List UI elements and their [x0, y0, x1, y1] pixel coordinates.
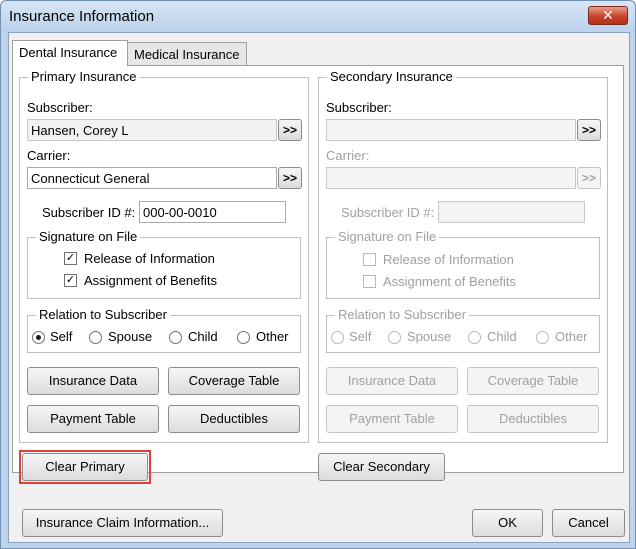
tab-label: Medical Insurance: [134, 47, 240, 62]
dialog-body: Dental Insurance Medical Insurance Prima…: [8, 32, 630, 543]
relation-self-radio: [331, 331, 344, 344]
window-title: Insurance Information: [9, 8, 155, 25]
relation-child-label: Child: [188, 329, 218, 344]
relation-to-subscriber-group: Relation to Subscriber Self Spouse Child…: [326, 307, 600, 353]
tab-medical-insurance[interactable]: Medical Insurance: [127, 42, 247, 66]
insurance-data-button[interactable]: Insurance Data: [27, 367, 159, 395]
group-title: Signature on File: [36, 229, 141, 244]
relation-child-radio: [468, 331, 481, 344]
deductibles-button[interactable]: Deductibles: [168, 405, 300, 433]
relation-spouse-label: Spouse: [407, 329, 452, 344]
relation-child-radio[interactable]: [169, 331, 182, 344]
subscriber-id-label: Subscriber ID #:: [341, 205, 435, 220]
subscriber-label: Subscriber:: [326, 100, 392, 115]
relation-other-radio: [536, 331, 549, 344]
signature-on-file-group: Signature on File ✓ Release of Informati…: [27, 229, 301, 299]
assignment-of-benefits-label: Assignment of Benefits: [383, 274, 516, 289]
carrier-browse-button: >>: [577, 167, 601, 189]
assignment-of-benefits-checkbox[interactable]: ✓: [64, 274, 77, 287]
payment-table-button: Payment Table: [326, 405, 458, 433]
release-of-information-label: Release of Information: [84, 251, 215, 266]
release-of-information-label: Release of Information: [383, 252, 514, 267]
subscriber-browse-button[interactable]: >>: [577, 119, 601, 141]
secondary-insurance-group: Secondary Insurance Subscriber: >> Carri…: [318, 69, 608, 443]
relation-to-subscriber-group: Relation to Subscriber Self Spouse Child…: [27, 307, 301, 353]
relation-self-label: Self: [349, 329, 372, 344]
subscriber-field[interactable]: Hansen, Corey L: [27, 119, 277, 141]
tab-label: Dental Insurance: [19, 45, 118, 60]
group-title: Relation to Subscriber: [335, 307, 469, 322]
insurance-claim-information-button[interactable]: Insurance Claim Information...: [22, 509, 223, 537]
dental-insurance-panel: Primary Insurance Subscriber: Hansen, Co…: [12, 65, 624, 473]
subscriber-id-input: [438, 201, 585, 223]
deductibles-button: Deductibles: [467, 405, 599, 433]
cancel-button[interactable]: Cancel: [552, 509, 625, 537]
subscriber-id-input[interactable]: 000-00-0010: [139, 201, 286, 223]
release-of-information-checkbox: [363, 253, 376, 266]
relation-other-label: Other: [256, 329, 289, 344]
group-title: Signature on File: [335, 229, 440, 244]
group-title: Secondary Insurance: [327, 69, 456, 84]
carrier-label: Carrier:: [27, 148, 71, 163]
relation-self-radio[interactable]: [32, 331, 45, 344]
relation-other-label: Other: [555, 329, 588, 344]
subscriber-browse-button[interactable]: >>: [278, 119, 302, 141]
assignment-of-benefits-checkbox: [363, 275, 376, 288]
tab-dental-insurance[interactable]: Dental Insurance: [12, 40, 128, 66]
close-button[interactable]: ✕: [588, 6, 628, 25]
carrier-field: [326, 167, 576, 189]
insurance-information-window: Insurance Information ✕ Dental Insurance…: [0, 0, 636, 549]
carrier-browse-button[interactable]: >>: [278, 167, 302, 189]
signature-on-file-group: Signature on File Release of Information…: [326, 229, 600, 299]
subscriber-label: Subscriber:: [27, 100, 93, 115]
subscriber-field[interactable]: [326, 119, 576, 141]
clear-primary-button[interactable]: Clear Primary: [22, 453, 148, 481]
relation-other-radio[interactable]: [237, 331, 250, 344]
carrier-field[interactable]: Connecticut General: [27, 167, 277, 189]
group-title: Relation to Subscriber: [36, 307, 170, 322]
coverage-table-button: Coverage Table: [467, 367, 599, 395]
title-bar[interactable]: Insurance Information ✕: [1, 1, 635, 31]
relation-spouse-radio: [388, 331, 401, 344]
relation-self-label: Self: [50, 329, 73, 344]
relation-spouse-radio[interactable]: [89, 331, 102, 344]
payment-table-button[interactable]: Payment Table: [27, 405, 159, 433]
clear-secondary-button[interactable]: Clear Secondary: [318, 453, 445, 481]
ok-button[interactable]: OK: [472, 509, 543, 537]
primary-insurance-group: Primary Insurance Subscriber: Hansen, Co…: [19, 69, 309, 443]
relation-child-label: Child: [487, 329, 517, 344]
release-of-information-checkbox[interactable]: ✓: [64, 252, 77, 265]
subscriber-id-label: Subscriber ID #:: [42, 205, 136, 220]
assignment-of-benefits-label: Assignment of Benefits: [84, 273, 217, 288]
insurance-data-button: Insurance Data: [326, 367, 458, 395]
relation-spouse-label: Spouse: [108, 329, 153, 344]
coverage-table-button[interactable]: Coverage Table: [168, 367, 300, 395]
carrier-label: Carrier:: [326, 148, 370, 163]
group-title: Primary Insurance: [28, 69, 140, 84]
close-icon: ✕: [602, 7, 614, 23]
